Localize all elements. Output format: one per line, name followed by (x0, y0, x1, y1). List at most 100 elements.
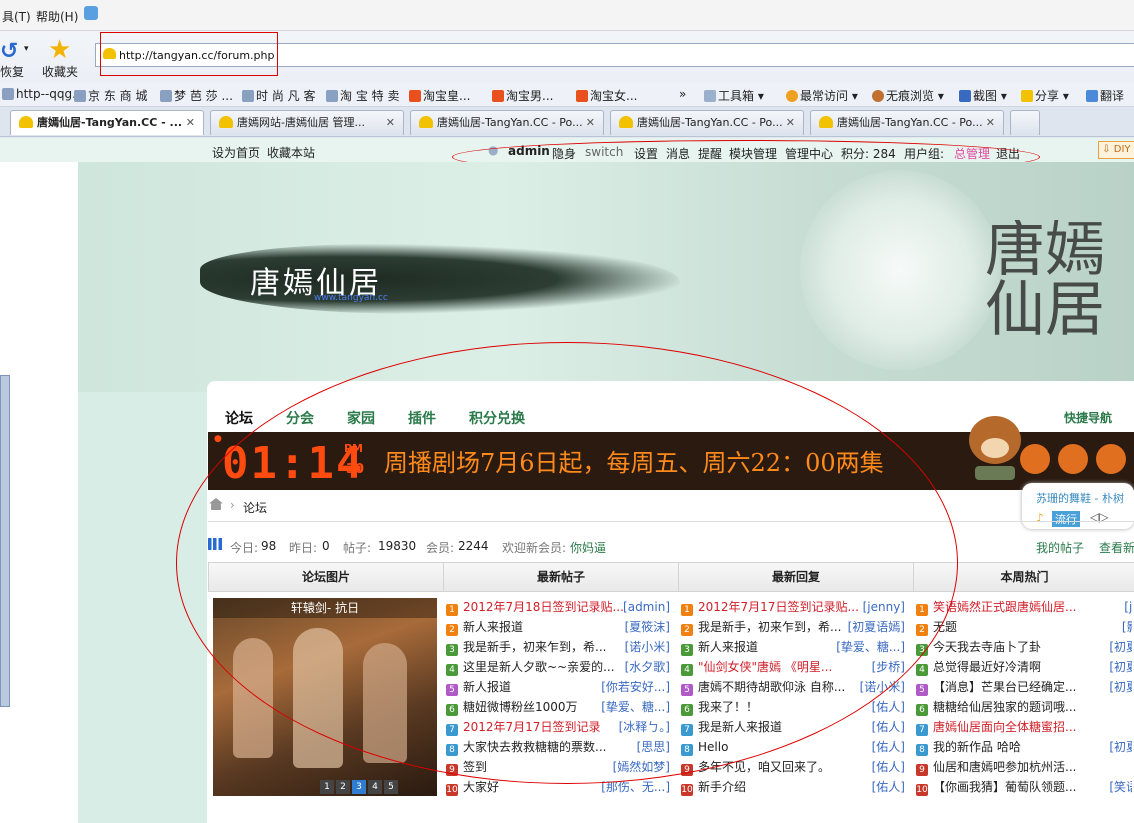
rank-number-icon: 4 (916, 664, 928, 676)
list-item-title[interactable]: 【你画我猜】葡萄队领题... (933, 780, 1076, 794)
list-item-title[interactable]: 总觉得最近好冷清啊 (933, 660, 1041, 674)
page-icon (242, 90, 254, 102)
view-new-link[interactable]: 查看新 (1099, 539, 1134, 556)
list-item-title[interactable]: 糖糖给仙居独家的题词哦... (933, 700, 1076, 714)
bookmark-8[interactable]: 淘宝女... (576, 87, 637, 104)
list-item-title[interactable]: 今天我去寺庙卜了卦 (933, 640, 1041, 654)
left-pane (0, 162, 78, 823)
pager-dot-1[interactable]: 1 (320, 780, 334, 794)
list-item-title[interactable]: 笑语嫣然正式跟唐嫣仙居... (933, 600, 1076, 614)
bookmark-3[interactable]: 梦 芭 莎 ... (160, 87, 233, 104)
close-icon[interactable]: ✕ (986, 111, 995, 135)
share-menu[interactable]: 分享 ▾ (1021, 87, 1069, 104)
list-item[interactable]: 6糖糖给仙居独家的题词哦...[段萱 (916, 697, 1132, 717)
calligraphy-decoration: 唐嫣仙居 (985, 220, 1105, 345)
list-item-author[interactable]: [佑人] (872, 717, 905, 737)
bookmark-6[interactable]: 淘宝皇... (409, 87, 470, 104)
list-item[interactable]: 3今天我去寺庙卜了卦[初夏语嫣 (916, 637, 1132, 657)
clock-icon (786, 90, 798, 102)
tab-2[interactable]: 唐嫣网站-唐嫣仙居 管理... ✕ (210, 110, 404, 135)
my-posts-link[interactable]: 我的帖子 (1036, 539, 1084, 556)
logo-url: www.tangyan.cc (314, 293, 388, 303)
list-item-author[interactable]: [初夏语嫣 (1109, 677, 1132, 697)
list-item-author[interactable]: [笑语嫣然 (1109, 777, 1132, 797)
nav-forum[interactable]: 论坛 (225, 408, 253, 428)
rank-number-icon: 8 (916, 744, 928, 756)
list-item-author[interactable]: [初夏语嫣 (1109, 637, 1132, 657)
toolbox-menu[interactable]: 工具箱 ▾ (704, 87, 764, 104)
player-control-icons[interactable] (1020, 444, 1134, 478)
lotus-decoration (800, 170, 1000, 370)
list-item[interactable]: 10 【你画我猜】葡萄队领题... [笑语嫣然 (916, 777, 1132, 797)
translate-button[interactable]: 翻译 (1086, 87, 1124, 104)
list-item[interactable]: 4 总觉得最近好冷清啊 [初夏语嫣 (916, 657, 1132, 677)
list-item-author[interactable]: [佑人] (872, 697, 905, 717)
bookmark-site-link[interactable]: 收藏本站 (267, 144, 315, 161)
list-item-author[interactable]: [初夏语嫣 (1109, 737, 1132, 757)
private-browsing-menu[interactable]: 无痕浏览 ▾ (872, 87, 944, 104)
tab-favicon (419, 116, 433, 128)
restore-label[interactable]: 恢复 (0, 63, 24, 80)
list-item-title[interactable]: 我的新作品 哈哈 (933, 740, 1021, 754)
bookmark-2[interactable]: 京 东 商 城 (74, 87, 147, 104)
bookmark-5[interactable]: 淘 宝 特 卖 (326, 87, 399, 104)
tab-5[interactable]: 唐嫣仙居-TangYan.CC - Po... ✕ (810, 110, 1004, 135)
rank-number-icon: 10 (681, 784, 693, 796)
pager-dot-5[interactable]: 5 (384, 780, 398, 794)
list-item-author[interactable]: [佑人] (872, 757, 905, 777)
bear-mascot-icon[interactable] (965, 410, 1025, 480)
tab-bar: 唐嫣仙居-TangYan.CC - ... ✕ 唐嫣网站-唐嫣仙居 管理... ✕ … (0, 107, 1134, 137)
rank-number-icon: 10 (446, 784, 458, 796)
menu-help[interactable]: 帮助(H) (36, 8, 78, 25)
list-item-title[interactable]: 仙居和唐嫣吧参加杭州活... (933, 760, 1076, 774)
list-item-author[interactable]: [jenny (1124, 597, 1132, 617)
list-item-author[interactable]: [初夏语嫣 (1109, 657, 1132, 677)
list-item[interactable]: 5 【消息】芒果台已经确定... [初夏语嫣 (916, 677, 1132, 697)
close-icon[interactable]: ✕ (186, 111, 195, 135)
menu-tools[interactable]: 具(T) (2, 8, 31, 25)
list-item-author[interactable]: [佑人] (872, 737, 905, 757)
close-icon[interactable]: ✕ (386, 111, 395, 135)
list-item-title[interactable]: 【消息】芒果台已经确定... (933, 680, 1076, 694)
close-icon[interactable]: ✕ (786, 111, 795, 135)
list-item-title[interactable]: 唐嫣仙居面向全体糖蜜招... (933, 720, 1076, 734)
pager-dot-4[interactable]: 4 (368, 780, 382, 794)
taobao-icon (492, 90, 504, 102)
bookmark-4[interactable]: 时 尚 凡 客 (242, 87, 315, 104)
new-tab-button[interactable] (1010, 110, 1040, 135)
tab-favicon (19, 116, 33, 128)
taobao-icon (409, 90, 421, 102)
most-visited-menu[interactable]: 最常访问 ▾ (786, 87, 858, 104)
dropdown-arrow-icon[interactable]: ▾ (24, 44, 29, 54)
page-icon (326, 90, 338, 102)
page-icon (74, 90, 86, 102)
screenshot-menu[interactable]: 截图 ▾ (959, 87, 1007, 104)
pager-dot-2[interactable]: 2 (336, 780, 350, 794)
tab-3[interactable]: 唐嫣仙居-TangYan.CC - Po... ✕ (410, 110, 604, 135)
tab-1[interactable]: 唐嫣仙居-TangYan.CC - ... ✕ (10, 110, 204, 135)
list-item[interactable]: 8 我的新作品 哈哈 [初夏语嫣 (916, 737, 1132, 757)
side-scrollbar[interactable] (0, 375, 10, 707)
list-item[interactable]: 9仙居和唐嫣吧参加杭州活...[段萱 (916, 757, 1132, 777)
pager-dot-3[interactable]: 3 (352, 780, 366, 794)
star-icon[interactable]: ★ (48, 35, 71, 65)
list-item[interactable]: 7唐嫣仙居面向全体糖蜜招...[新蓝 (916, 717, 1132, 737)
shirt-icon[interactable] (84, 6, 98, 20)
quick-nav-link[interactable]: 快捷导航 (1064, 409, 1112, 426)
list-item-author[interactable]: [佑人] (872, 777, 905, 797)
diy-button[interactable]: ⇩ DIY (1098, 141, 1134, 159)
list-item-title[interactable]: 新手介绍 (698, 780, 746, 794)
tab-4[interactable]: 唐嫣仙居-TangYan.CC - Po... ✕ (610, 110, 804, 135)
favorites-label[interactable]: 收藏夹 (42, 63, 78, 80)
list-item[interactable]: 2无题[影今... (916, 617, 1132, 637)
bookmark-7[interactable]: 淘宝男... (492, 87, 553, 104)
list-item-author[interactable]: [影今... (1122, 617, 1132, 637)
bookmark-1[interactable]: http--qqg... (2, 87, 84, 101)
bookmarks-bar: http--qqg... 京 东 商 城 梦 芭 莎 ... 时 尚 凡 客 淘… (0, 82, 1134, 107)
set-homepage-link[interactable]: 设为首页 (212, 144, 260, 161)
restore-icon[interactable]: ↺ (0, 39, 18, 64)
list-item[interactable]: 10 新手介绍 [佑人] (681, 777, 909, 797)
close-icon[interactable]: ✕ (586, 111, 595, 135)
list-item-title[interactable]: 大家好 (463, 780, 499, 794)
bookmarks-more[interactable]: » (679, 87, 686, 101)
